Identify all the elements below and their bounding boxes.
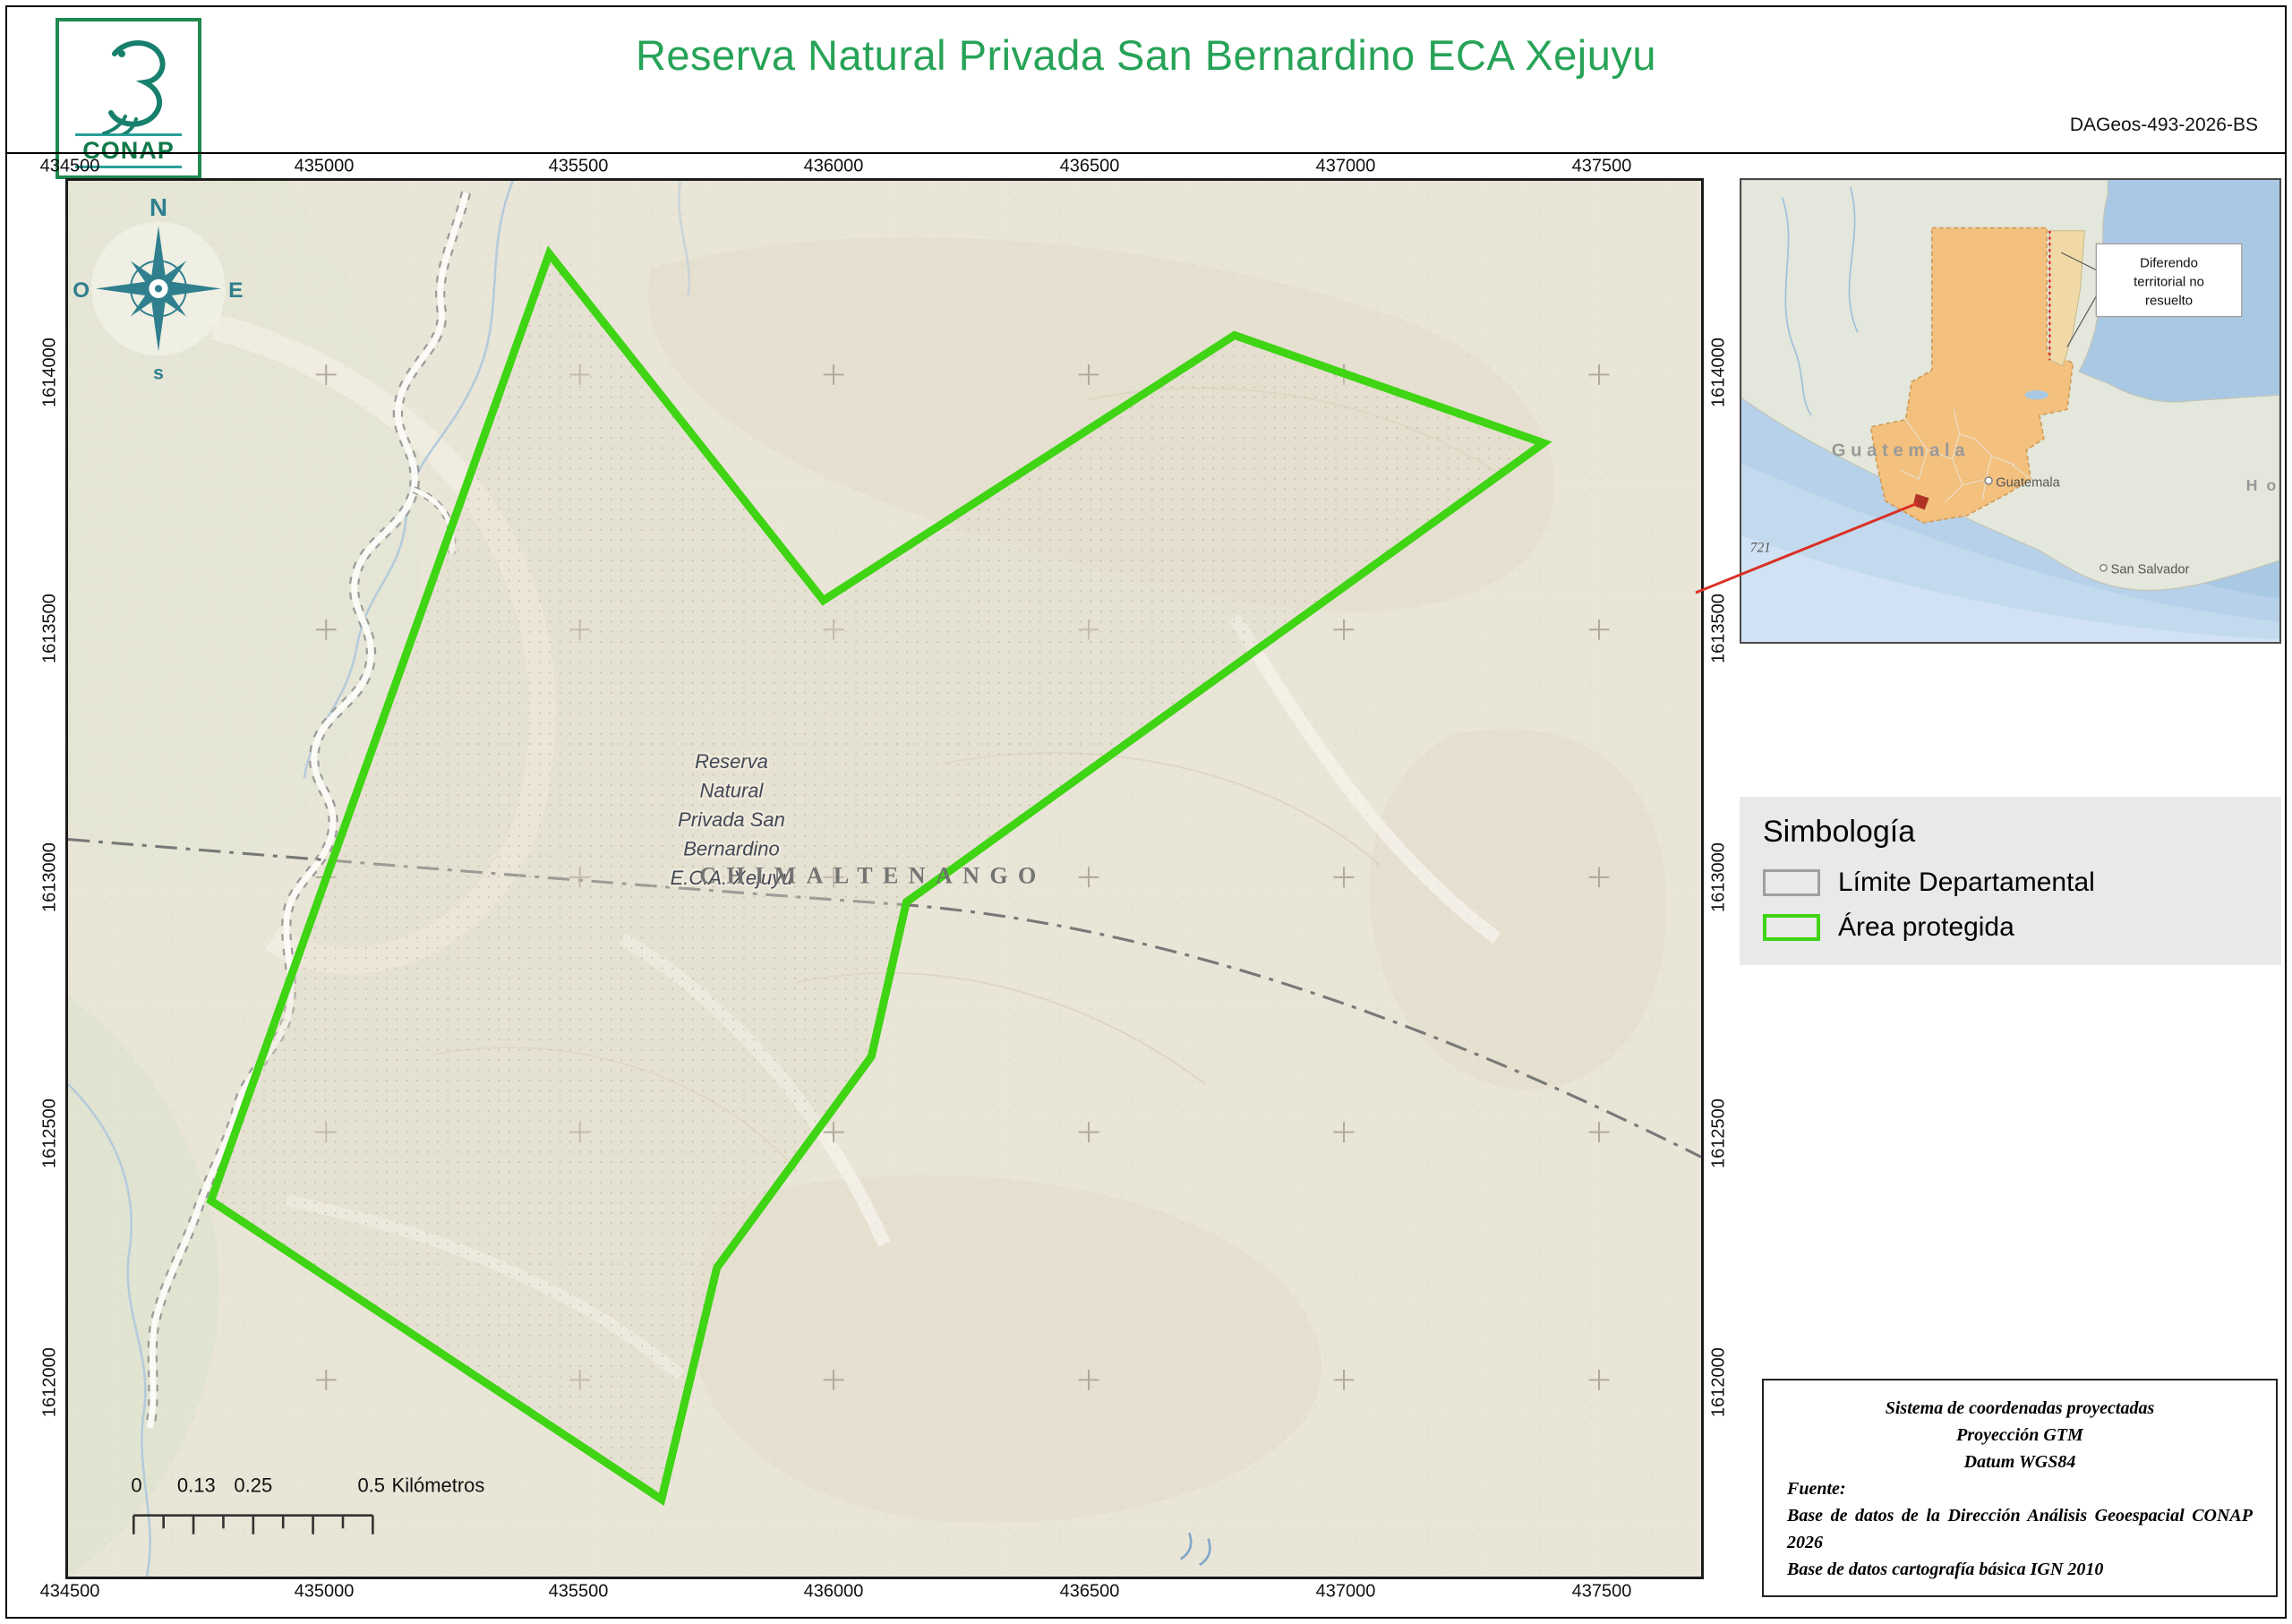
- area-label-line: Bernardino: [683, 837, 780, 859]
- scale-label-025: 0.25: [234, 1474, 272, 1497]
- credits-box: Sistema de coordenadas proyectadas Proye…: [1762, 1379, 2278, 1597]
- document-id: DAGeos-493-2026-BS: [2069, 115, 2258, 135]
- x-tick-label: 435500: [548, 1581, 609, 1602]
- coordinate-system-line: Sistema de coordenadas proyectadas: [1885, 1398, 2155, 1418]
- y-tick-label: 1613000: [39, 842, 60, 912]
- protected-area-swatch: [1763, 914, 1820, 941]
- scale-label-0: 0: [131, 1474, 141, 1497]
- y-tick-label: 1612500: [39, 1098, 60, 1168]
- callout-line: resuelto: [2145, 294, 2193, 309]
- inset-map: G u a t e m a l a Guatemala San Salvador…: [1740, 178, 2281, 644]
- y-tick-label: 1613500: [1708, 594, 1729, 663]
- legend-title: Simbología: [1763, 815, 1916, 849]
- source-line: Base de datos cartografía básica IGN 201…: [1787, 1560, 2104, 1579]
- city-dot-guatemala: [1984, 476, 1993, 485]
- main-map: Reserva Natural Privada San Bernardino E…: [65, 178, 1704, 1579]
- source-line: Base de datos de la Dirección Análisis G…: [1787, 1506, 2253, 1552]
- compass-n-label: N: [150, 193, 167, 221]
- country-label: G u a t e m a l a: [1832, 440, 1966, 460]
- datum-line: Datum WGS84: [1963, 1452, 2076, 1472]
- x-tick-label: 437500: [1571, 1581, 1632, 1602]
- honduras-label: H o: [2246, 476, 2279, 494]
- scale-unit-label: Kilómetros: [392, 1474, 485, 1497]
- department-name-label: CHIMALTENANGO: [699, 862, 1046, 888]
- road-number-label: 721: [1750, 540, 1771, 555]
- x-tick-label: 437000: [1315, 1581, 1376, 1602]
- scale-label-013: 0.13: [177, 1474, 216, 1497]
- scale-label-05: 0.5: [357, 1474, 385, 1497]
- city-dot-san-salvador: [2100, 563, 2108, 572]
- x-tick-label: 436500: [1059, 156, 1120, 176]
- x-tick-label: 436500: [1059, 1581, 1120, 1602]
- y-tick-label: 1612000: [1708, 1347, 1729, 1417]
- area-label-line: Privada San: [678, 808, 785, 831]
- projection-line: Proyección GTM: [1956, 1425, 2083, 1445]
- legend-item-protected-area: Área protegida: [1763, 912, 2258, 943]
- city-label-san-salvador: San Salvador: [2111, 563, 2190, 577]
- lake-izabal: [2024, 389, 2048, 400]
- y-tick-label: 1613000: [1708, 842, 1729, 912]
- compass-e-label: E: [228, 278, 243, 303]
- legend-item-label: Límite Departamental: [1838, 868, 2095, 897]
- x-tick-label: 434500: [39, 156, 100, 176]
- page-root: CONAP Reserva Natural Privada San Bernar…: [0, 0, 2292, 1624]
- y-tick-label: 1612500: [1708, 1098, 1729, 1168]
- y-tick-label: 1613500: [39, 594, 60, 663]
- y-tick-label: 1612000: [39, 1347, 60, 1417]
- x-tick-label: 436000: [803, 156, 864, 176]
- fuente-label: Fuente:: [1787, 1479, 1846, 1499]
- legend-box: Simbología Límite Departamental Área pro…: [1740, 797, 2281, 965]
- x-tick-label: 435000: [294, 1581, 355, 1602]
- compass-s-label: s: [153, 363, 164, 383]
- callout-line: territorial no: [2134, 274, 2204, 289]
- compass-o-label: O: [73, 278, 90, 303]
- x-tick-label: 437000: [1315, 156, 1376, 176]
- area-label-line: Reserva: [695, 750, 768, 773]
- area-label-line: Natural: [700, 779, 765, 801]
- city-label-guatemala: Guatemala: [1996, 475, 2060, 490]
- department-boundary-swatch: [1763, 869, 1820, 896]
- inset-canvas: G u a t e m a l a Guatemala San Salvador…: [1741, 180, 2279, 642]
- x-tick-label: 435000: [294, 156, 355, 176]
- y-tick-label: 1614000: [39, 338, 60, 407]
- x-tick-label: 436000: [803, 1581, 864, 1602]
- legend-item-departamental: Límite Departamental: [1763, 868, 2258, 898]
- map-title: Reserva Natural Privada San Bernardino E…: [635, 31, 1657, 79]
- x-tick-label: 437500: [1571, 156, 1632, 176]
- legend-item-label: Área protegida: [1838, 912, 2014, 942]
- x-tick-label: 435500: [548, 156, 609, 176]
- map-canvas: Reserva Natural Privada San Bernardino E…: [68, 181, 1701, 1577]
- x-tick-label: 434500: [39, 1581, 100, 1602]
- y-tick-label: 1614000: [1708, 338, 1729, 407]
- header-divider: [7, 152, 2285, 154]
- callout-line: Diferendo: [2140, 255, 2198, 270]
